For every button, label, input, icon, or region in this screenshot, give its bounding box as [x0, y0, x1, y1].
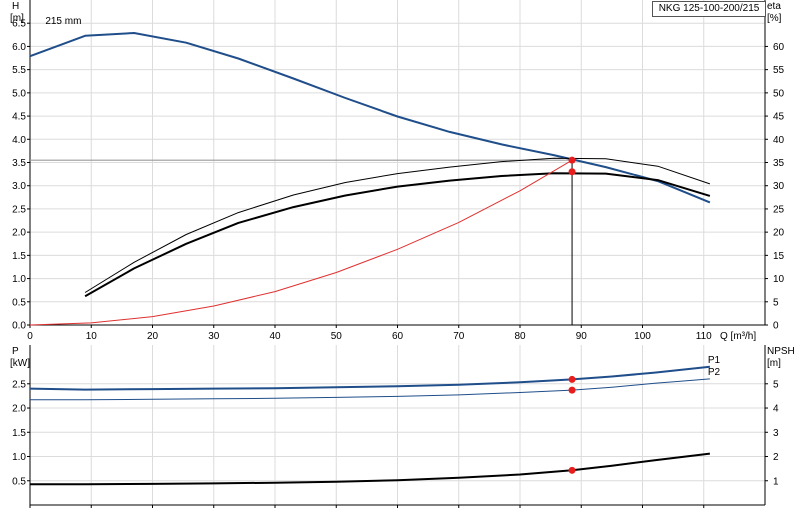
y-axis-unit: [kW] — [10, 358, 30, 369]
y-tick-label: 4.5 — [12, 112, 26, 123]
lower-panel: 0.5 1.0 1.5 2.0 2.5 1 2 3 4 5 P[kW] NPSH[m] P1P2 — [10, 345, 795, 508]
impeller-diameter-annotation: 215 mm — [45, 16, 81, 27]
y2-tick-label: 5 — [773, 297, 779, 308]
y-axis-unit: [m] — [10, 13, 24, 24]
y2-tick-label: 40 — [773, 135, 785, 146]
x-tick-label: 0 — [27, 331, 33, 342]
y-tick-label: 0.5 — [12, 297, 26, 308]
y-axis-label: H — [12, 1, 19, 12]
duty-point-npsh — [568, 466, 576, 474]
y2-tick-label: 20 — [773, 228, 785, 239]
y-tick-label: 2.0 — [12, 404, 26, 415]
y-tick-label: 3.5 — [12, 158, 26, 169]
x-tick-label: 50 — [331, 331, 343, 342]
x-tick-label: 10 — [86, 331, 98, 342]
x-tick-label: 80 — [514, 331, 526, 342]
y2-axis-unit: [m] — [767, 358, 781, 369]
duty-point-efficiency — [568, 168, 576, 176]
y-tick-label: 5.5 — [12, 65, 26, 76]
y2-tick-label: 4 — [773, 404, 779, 415]
upper-panel: 0.0 0.5 1.0 1.5 2.0 2.5 3.0 3.5 4.0 4.5 5.0 5.5 6.0 6… — [10, 0, 785, 342]
y-tick-label: 0.5 — [12, 476, 26, 487]
y-tick-label: 4.0 — [12, 135, 26, 146]
head-curve — [29, 32, 711, 204]
duty-point-p1 — [568, 375, 576, 383]
series-label-p1: P1 — [708, 355, 721, 366]
x-tick-label: 20 — [147, 331, 159, 342]
y2-tick-label: 10 — [773, 274, 785, 285]
y2-tick-label: 60 — [773, 42, 785, 53]
y2-tick-label: 1 — [773, 476, 779, 487]
grid — [30, 0, 765, 325]
y-tick-label: 1.5 — [12, 428, 26, 439]
x-tick-label: 100 — [634, 331, 651, 342]
duty-point-p2 — [568, 386, 576, 394]
y2-tick-label: 2 — [773, 452, 779, 463]
y2-tick-label: 0 — [773, 321, 779, 332]
y2-tick-label: 55 — [773, 65, 785, 76]
p1-curve — [29, 365, 711, 391]
y-tick-label: 2.0 — [12, 228, 26, 239]
system-curve — [29, 159, 573, 326]
x-tick-label: 70 — [453, 331, 465, 342]
y2-tick-label: 25 — [773, 204, 785, 215]
duty-point-head — [568, 156, 576, 164]
y2-tick-label: 50 — [773, 88, 785, 99]
x-axis-label: Q [m³/h] — [720, 331, 756, 342]
x-tick-label: 110 — [696, 331, 712, 342]
y2-axis-label: eta — [767, 1, 781, 12]
pump-curve-chart: 0.0 0.5 1.0 1.5 2.0 2.5 3.0 3.5 4.0 4.5 5.0 5.5 6.0 6… — [10, 0, 795, 508]
y2-axis-unit: [%] — [767, 13, 782, 24]
y-tick-label: 1.0 — [12, 452, 26, 463]
x-tick-label: 90 — [576, 331, 588, 342]
y2-tick-label: 3 — [773, 428, 779, 439]
y-axis-label: P — [12, 346, 19, 357]
y2-tick-label: 15 — [773, 251, 785, 262]
y-tick-label: 0.0 — [12, 321, 26, 332]
series-label-p2: P2 — [708, 367, 721, 378]
y2-axis-label: NPSH — [767, 346, 795, 357]
y-tick-label: 2.5 — [12, 379, 26, 390]
y-tick-label: 1.0 — [12, 274, 26, 285]
y-tick-label: 1.5 — [12, 251, 26, 262]
npsh-curve — [30, 452, 711, 486]
y-tick-label: 6.0 — [12, 42, 26, 53]
model-label: NKG 125-100-200/215 — [652, 1, 766, 17]
y2-tick-label: 30 — [773, 181, 785, 192]
x-tick-label: 60 — [392, 331, 404, 342]
x-tick-label: 30 — [208, 331, 220, 342]
y2-tick-label: 5 — [773, 379, 779, 390]
x-tick-label: 40 — [269, 331, 281, 342]
y-tick-label: 3.0 — [12, 181, 26, 192]
y-tick-label: 2.5 — [12, 204, 26, 215]
y2-tick-label: 45 — [773, 112, 785, 123]
y2-tick-label: 35 — [773, 158, 785, 169]
y-tick-label: 5.0 — [12, 88, 26, 99]
